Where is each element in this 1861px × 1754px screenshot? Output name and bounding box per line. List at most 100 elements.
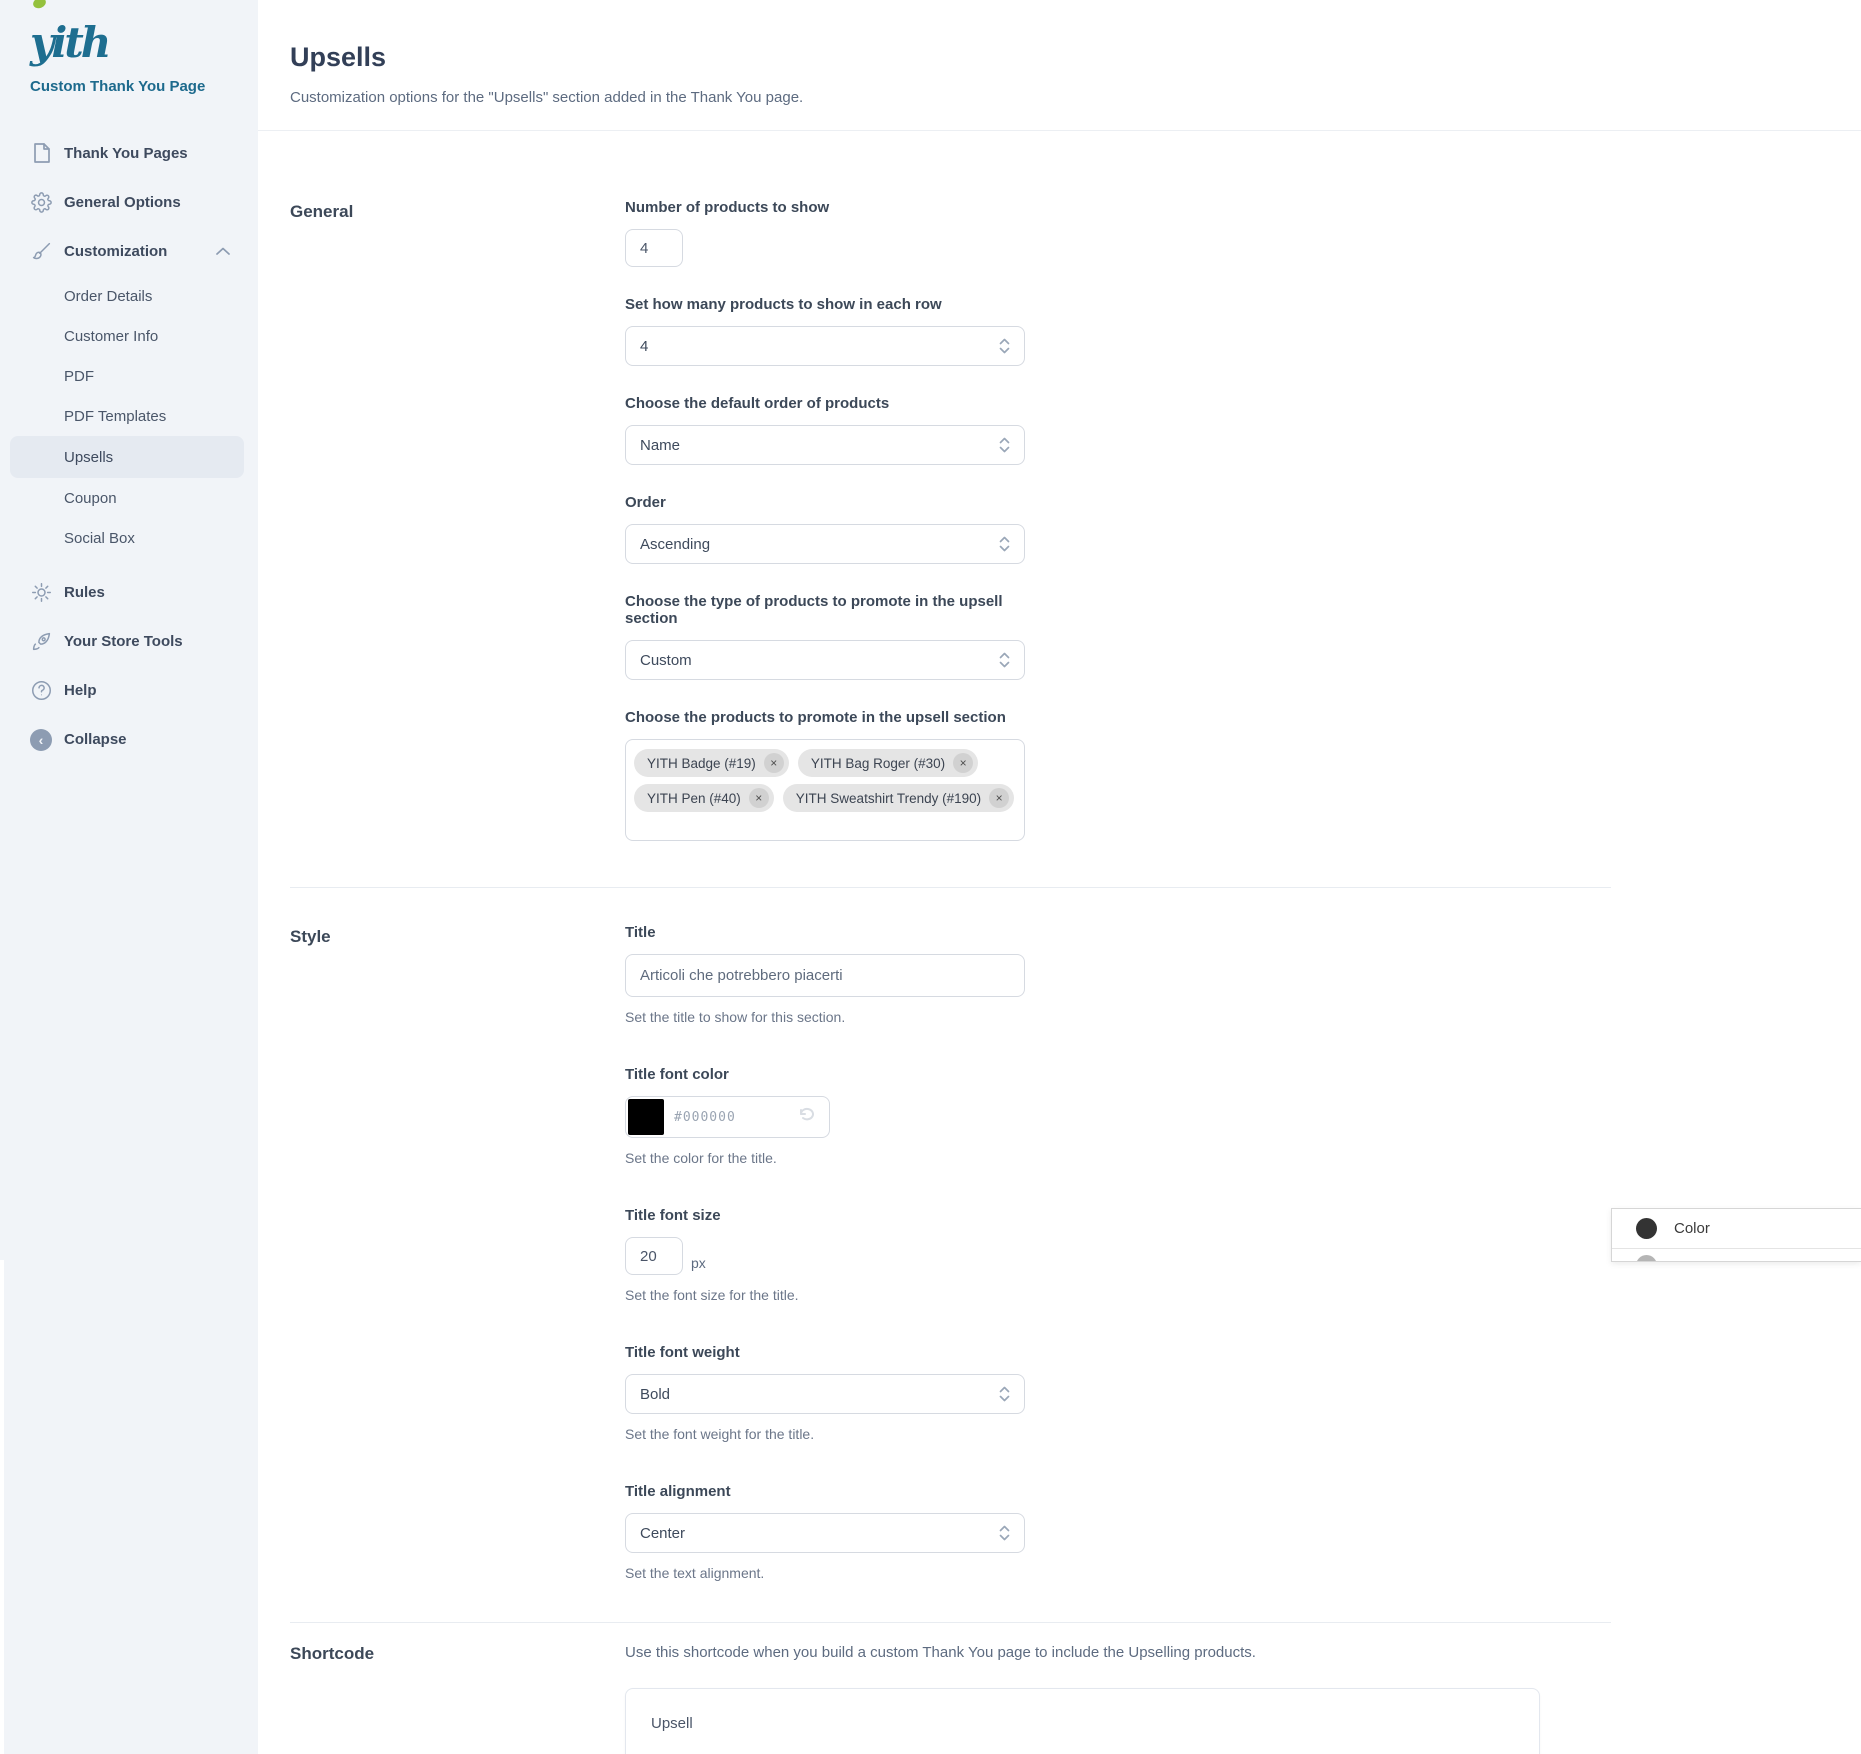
shortcode-section: Shortcode Use this shortcode when you bu… — [258, 1641, 1861, 1754]
select-chevrons-icon — [999, 1386, 1010, 1402]
sidebar-item-customer-info[interactable]: Customer Info — [0, 316, 258, 356]
products-multiselect[interactable]: YITH Badge (#19) × YITH Bag Roger (#30) … — [625, 739, 1025, 841]
sidebar-item-upsells[interactable]: Upsells — [10, 436, 244, 478]
page-title: Upsells — [290, 42, 1861, 73]
promote-type-field: Choose the type of products to promote i… — [625, 593, 1045, 680]
sidebar-item-label: Collapse — [64, 731, 127, 748]
select-chevrons-icon — [999, 536, 1010, 552]
reset-color-icon[interactable] — [798, 1107, 817, 1127]
sidebar-item-collapse[interactable]: ‹ Collapse — [0, 715, 258, 764]
gear-icon — [30, 192, 52, 214]
brand: yith Custom Thank You Page — [0, 0, 258, 95]
sidebar-item-pdf-templates[interactable]: PDF Templates — [0, 396, 258, 436]
chevron-up-icon — [216, 243, 230, 261]
per-row-field: Set how many products to show in each ro… — [625, 296, 1045, 366]
sidebar-item-customization[interactable]: Customization — [0, 227, 258, 276]
sidebar-item-help[interactable]: Help — [0, 666, 258, 715]
title-help: Set the title to show for this section. — [625, 1009, 1045, 1025]
sidebar-item-rules[interactable]: Rules — [0, 568, 258, 617]
color-hex-value: #000000 — [674, 1110, 736, 1125]
title-font-color-help: Set the color for the title. — [625, 1150, 1045, 1166]
remove-tag-icon[interactable]: × — [953, 753, 973, 773]
title-font-size-field: Title font size 20 px Set the font size … — [625, 1207, 1045, 1303]
product-tag-label: YITH Bag Roger (#30) — [811, 756, 945, 771]
title-font-color-input[interactable]: #000000 — [625, 1096, 830, 1138]
color-swatch[interactable] — [628, 1099, 664, 1135]
collapse-arrow-icon: ‹ — [30, 729, 52, 751]
sidebar-item-coupon[interactable]: Coupon — [0, 478, 258, 518]
num-products-input[interactable]: 4 — [625, 229, 683, 267]
yith-logo: yith — [30, 22, 108, 64]
order-label: Order — [625, 494, 1045, 511]
sidebar-item-social-box[interactable]: Social Box — [0, 518, 258, 558]
sidebar-item-general-options[interactable]: General Options — [0, 178, 258, 227]
title-font-size-label: Title font size — [625, 1207, 1045, 1224]
product-tag: YITH Bag Roger (#30) × — [798, 749, 978, 777]
sidebar-item-label: Customization — [64, 243, 167, 260]
order-value: Ascending — [640, 536, 710, 553]
customization-submenu: Order Details Customer Info PDF PDF Temp… — [0, 276, 258, 558]
title-font-weight-label: Title font weight — [625, 1344, 1045, 1361]
select-chevrons-icon — [999, 338, 1010, 354]
sidebar-item-label: Rules — [64, 584, 105, 601]
shortcode-card-title: Upsell — [651, 1715, 1514, 1732]
title-font-weight-value: Bold — [640, 1386, 670, 1403]
title-alignment-label: Title alignment — [625, 1483, 1045, 1500]
promote-products-field: Choose the products to promote in the up… — [625, 709, 1045, 841]
title-alignment-select[interactable]: Center — [625, 1513, 1025, 1553]
main-panel: Upsells Customization options for the "U… — [258, 0, 1861, 1754]
promote-type-select[interactable]: Custom — [625, 640, 1025, 680]
remove-tag-icon[interactable]: × — [749, 788, 769, 808]
section-divider — [290, 1622, 1611, 1623]
title-font-weight-field: Title font weight Bold Set the font weig… — [625, 1344, 1045, 1442]
order-by-select[interactable]: Name — [625, 425, 1025, 465]
sidebar: yith Custom Thank You Page Thank You Pag… — [0, 0, 258, 1754]
page-description: Customization options for the "Upsells" … — [290, 89, 1861, 106]
title-font-size-input[interactable]: 20 — [625, 1237, 683, 1275]
dropdown-option-color[interactable]: Color — [1612, 1209, 1861, 1249]
remove-tag-icon[interactable]: × — [989, 788, 1009, 808]
title-font-color-label: Title font color — [625, 1066, 1045, 1083]
title-font-color-field: Title font color #000000 Set the color f… — [625, 1066, 1045, 1166]
sidebar-item-thank-you-pages[interactable]: Thank You Pages — [0, 129, 258, 178]
title-font-weight-select[interactable]: Bold — [625, 1374, 1025, 1414]
per-row-select[interactable]: 4 — [625, 326, 1025, 366]
title-font-weight-help: Set the font weight for the title. — [625, 1426, 1045, 1442]
paintbrush-icon — [30, 241, 52, 263]
remove-tag-icon[interactable]: × — [764, 753, 784, 773]
sidebar-item-order-details[interactable]: Order Details — [0, 276, 258, 316]
promote-products-label: Choose the products to promote in the up… — [625, 709, 1045, 726]
viewport-edge-artifact — [0, 1260, 4, 1754]
per-row-label: Set how many products to show in each ro… — [625, 296, 1045, 313]
sidebar-item-label: Help — [64, 682, 97, 699]
product-tag-label: YITH Badge (#19) — [647, 756, 756, 771]
order-by-field: Choose the default order of products Nam… — [625, 395, 1045, 465]
shortcode-description: Use this shortcode when you build a cust… — [625, 1641, 1565, 1661]
title-alignment-value: Center — [640, 1525, 685, 1542]
clipped-dot-icon — [1636, 1255, 1657, 1262]
product-tag: YITH Sweatshirt Trendy (#190) × — [783, 784, 1014, 812]
plugin-name: Custom Thank You Page — [30, 78, 258, 95]
num-products-label: Number of products to show — [625, 199, 1045, 216]
order-by-value: Name — [640, 437, 680, 454]
px-unit-label: px — [691, 1255, 706, 1275]
sidebar-item-pdf[interactable]: PDF — [0, 356, 258, 396]
promote-type-value: Custom — [640, 652, 692, 669]
select-chevrons-icon — [999, 437, 1010, 453]
title-input[interactable]: Articoli che potrebbero piacerti — [625, 954, 1025, 997]
sidebar-item-label: Your Store Tools — [64, 633, 183, 650]
product-tag: YITH Badge (#19) × — [634, 749, 789, 777]
sidebar-item-your-store-tools[interactable]: Your Store Tools — [0, 617, 258, 666]
dropdown-option-clipped[interactable] — [1612, 1249, 1861, 1262]
select-chevrons-icon — [999, 652, 1010, 668]
title-label: Title — [625, 924, 1045, 941]
order-select[interactable]: Ascending — [625, 524, 1025, 564]
style-heading: Style — [290, 927, 625, 947]
product-tag: YITH Pen (#40) × — [634, 784, 774, 812]
order-field: Order Ascending — [625, 494, 1045, 564]
num-products-field: Number of products to show 4 — [625, 199, 1045, 267]
per-row-value: 4 — [640, 338, 648, 355]
product-tag-label: YITH Sweatshirt Trendy (#190) — [796, 791, 981, 806]
title-alignment-help: Set the text alignment. — [625, 1565, 1045, 1581]
order-by-label: Choose the default order of products — [625, 395, 1045, 412]
